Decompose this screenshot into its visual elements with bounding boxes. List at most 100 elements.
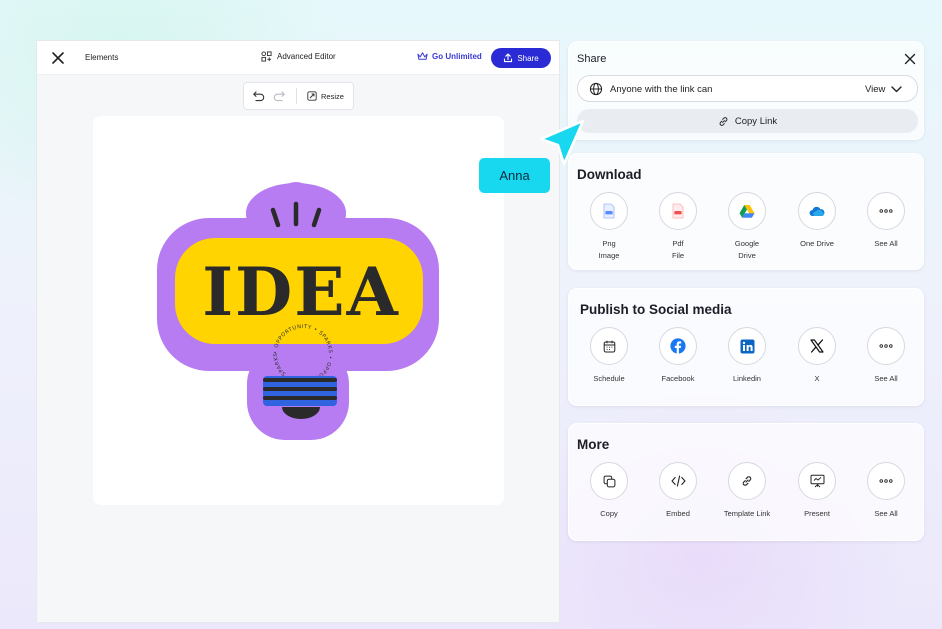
permission-dropdown[interactable]: View [865, 84, 903, 95]
social-media-title: Publish to Social media [580, 302, 732, 317]
resize-icon [307, 91, 317, 101]
presentation-icon [810, 474, 824, 488]
share-panel-title: Share [577, 53, 607, 65]
copy-label: Copy [600, 509, 618, 518]
present-circle [798, 462, 836, 500]
editor-panel: Elements Advanced Editor Go Unlimited Sh… [36, 40, 560, 623]
download-panel: Download Png Image Pdf File Google Drive… [568, 153, 924, 270]
resize-label: Resize [321, 91, 344, 101]
download-see-all-option[interactable]: See All [866, 192, 906, 250]
advanced-editor-button[interactable]: Advanced Editor [261, 51, 336, 62]
more-dots-icon [879, 344, 893, 348]
linkedin-option[interactable]: Linkedin [727, 327, 767, 385]
download-png-option[interactable]: Png Image [589, 192, 629, 262]
facebook-label: Facebook [661, 374, 695, 383]
linkedin-circle [728, 327, 766, 365]
copy-option[interactable]: Copy [589, 462, 629, 520]
x-logo-icon [810, 339, 824, 353]
x-option[interactable]: X [797, 327, 837, 385]
resize-button[interactable]: Resize [307, 91, 344, 101]
download-see-all-circle [867, 192, 905, 230]
social-see-all-label: See All [874, 374, 898, 383]
png-file-icon [603, 203, 615, 219]
chevron-down-icon [891, 86, 903, 93]
undo-icon[interactable] [252, 89, 266, 103]
x-circle [798, 327, 836, 365]
embed-option[interactable]: Embed [658, 462, 698, 520]
design-canvas[interactable]: IDEA • OPPORTUNITY • SPARKS • OPPORTUNIT… [93, 116, 504, 505]
link-icon [719, 116, 728, 126]
social-options: Schedule Facebook Linkedin X See All [589, 327, 909, 407]
advanced-editor-label: Advanced Editor [277, 52, 336, 61]
social-see-all-circle [867, 327, 905, 365]
canvas-toolbar: Resize [243, 82, 354, 110]
onedrive-icon [809, 206, 825, 216]
pdf-file-icon [672, 203, 684, 219]
google-drive-circle [728, 192, 766, 230]
download-pdf-option[interactable]: Pdf File [658, 192, 698, 262]
download-google-drive-option[interactable]: Google Drive [727, 192, 767, 262]
upload-icon [504, 53, 513, 63]
embed-circle [659, 462, 697, 500]
close-share-icon[interactable] [904, 53, 916, 65]
permission-value: View [865, 84, 886, 95]
download-png-circle [590, 192, 628, 230]
embed-label: Embed [666, 509, 690, 518]
redo-icon[interactable] [272, 89, 286, 103]
more-dots-icon [879, 209, 893, 213]
idea-headline: IDEA [202, 253, 400, 331]
close-editor-icon[interactable] [50, 50, 66, 66]
schedule-option[interactable]: Schedule [589, 327, 629, 385]
link-access-text: Anyone with the link can [610, 84, 713, 95]
link-access-select[interactable]: Anyone with the link can View [577, 75, 918, 102]
more-options: Copy Embed Template Link Present See All [589, 462, 909, 542]
social-media-panel: Publish to Social media Schedule Faceboo… [568, 288, 924, 406]
download-pdf-label: Pdf File [671, 239, 685, 260]
download-onedrive-option[interactable]: One Drive [797, 192, 837, 250]
code-icon [670, 475, 686, 487]
download-title: Download [577, 167, 642, 182]
share-panel: Share Anyone with the link can View Copy… [568, 41, 924, 140]
share-button-label: Share [517, 53, 539, 63]
more-dots-icon [879, 479, 893, 483]
linkedin-icon [740, 339, 754, 353]
download-pdf-circle [659, 192, 697, 230]
facebook-icon [670, 338, 686, 354]
copy-icon [603, 475, 615, 487]
copy-link-label: Copy Link [734, 115, 778, 127]
facebook-circle [659, 327, 697, 365]
download-png-label: Png Image [598, 239, 620, 260]
onedrive-label: One Drive [800, 239, 834, 248]
more-see-all-option[interactable]: See All [866, 462, 906, 520]
collaborator-name: Anna [499, 168, 530, 183]
toolbar-divider [296, 88, 297, 104]
link-icon [742, 476, 752, 486]
more-see-all-label: See All [874, 509, 898, 518]
schedule-circle [590, 327, 628, 365]
more-see-all-circle [867, 462, 905, 500]
idea-lightbulb-artwork[interactable]: IDEA • OPPORTUNITY • SPARKS • OPPORTUNIT… [155, 180, 445, 442]
facebook-option[interactable]: Facebook [658, 327, 698, 385]
present-label: Present [804, 509, 830, 518]
google-drive-label: Google Drive [734, 239, 760, 260]
go-unlimited-link[interactable]: Go Unlimited [417, 51, 482, 61]
linkedin-label: Linkedin [733, 374, 761, 383]
go-unlimited-label: Go Unlimited [432, 51, 482, 61]
download-see-all-label: See All [874, 239, 898, 248]
share-button[interactable]: Share [491, 48, 551, 68]
template-link-circle [728, 462, 766, 500]
copy-link-button[interactable]: Copy Link [577, 109, 918, 133]
editor-topbar: Elements Advanced Editor Go Unlimited Sh… [37, 41, 559, 75]
more-panel: More Copy Embed Template Link Present Se… [568, 423, 924, 541]
present-option[interactable]: Present [797, 462, 837, 520]
more-title: More [577, 437, 610, 452]
social-see-all-option[interactable]: See All [866, 327, 906, 385]
elements-menu[interactable]: Elements [85, 53, 118, 62]
template-link-option[interactable]: Template Link [724, 462, 770, 520]
x-label: X [814, 374, 820, 383]
schedule-label: Schedule [593, 374, 625, 383]
crown-icon [417, 52, 428, 60]
onedrive-circle [798, 192, 836, 230]
copy-circle [590, 462, 628, 500]
calendar-icon [603, 340, 615, 352]
